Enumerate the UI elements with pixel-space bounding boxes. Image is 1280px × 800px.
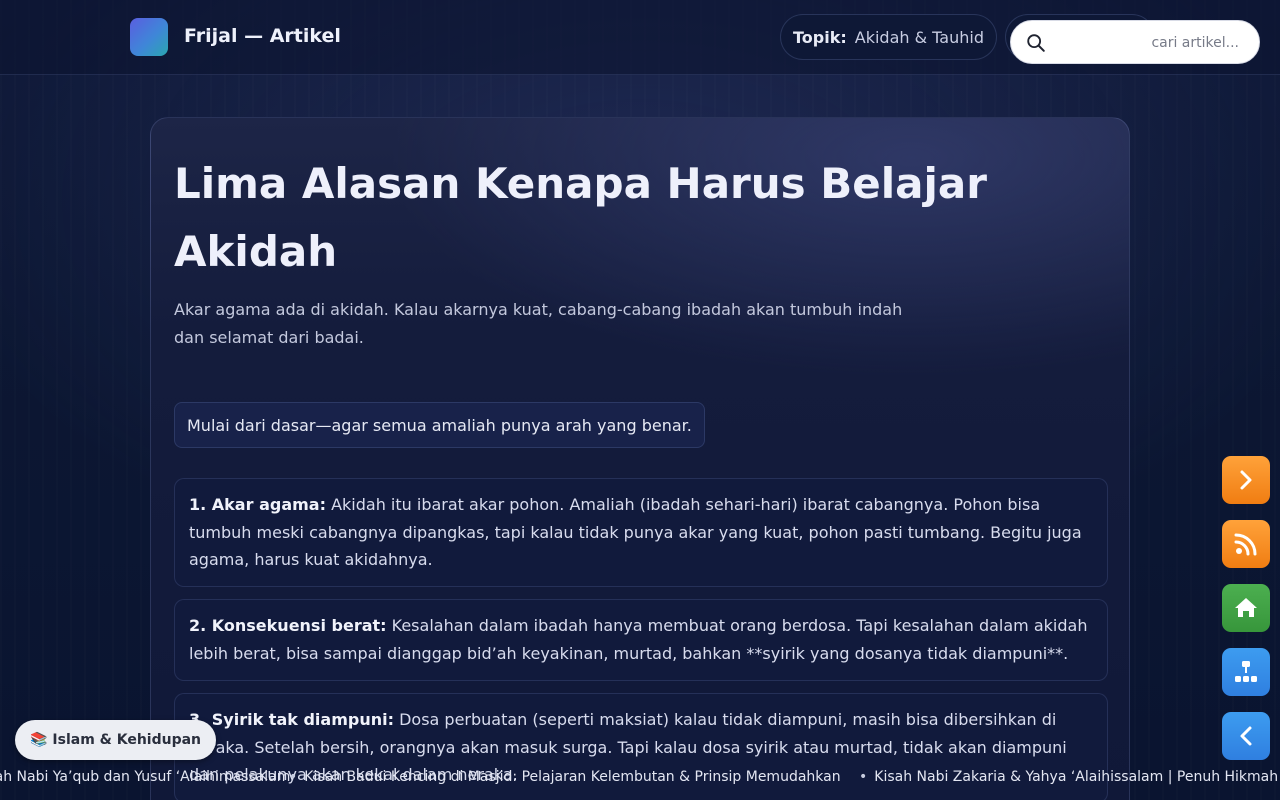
chevron-right-icon: [1240, 470, 1252, 490]
reason-heading: 2. Konsekuensi berat:: [189, 616, 387, 635]
search-icon: [1025, 32, 1047, 54]
reason-heading: 1. Akar agama:: [189, 495, 326, 514]
home-icon: [1235, 598, 1257, 617]
article-title: Lima Alasan Kenapa Harus Belajar Akidah: [174, 159, 987, 276]
ticker-item[interactable]: • Kisah Badui Kencing di Masjid: Pelajara…: [289, 769, 841, 785]
category-chip[interactable]: 📚 Islam & Kehidupan: [15, 720, 216, 760]
category-label: Islam & Kehidupan: [52, 732, 202, 748]
article-subtitle: Akar agama ada di akidah. Kalau akarnya …: [174, 300, 903, 347]
article-callout: Mulai dari dasar—agar semua amaliah puny…: [174, 402, 705, 448]
search-box[interactable]: [1010, 20, 1260, 64]
search-input[interactable]: [1055, 27, 1245, 59]
topic-value: Akidah & Tauhid: [854, 27, 984, 47]
previous-article-button[interactable]: [1222, 712, 1270, 760]
top-header: Frijal — Artikel Topik: Akidah & Tauhid: [0, 0, 1280, 75]
site-brand[interactable]: Frijal — Artikel: [184, 25, 341, 47]
sitemap-icon: [1235, 661, 1257, 682]
home-button[interactable]: [1222, 584, 1270, 632]
topic-key: Topik:: [793, 27, 847, 47]
site-logo[interactable]: [130, 18, 168, 56]
bullet-icon: •: [859, 769, 868, 785]
topic-pill[interactable]: Topik: Akidah & Tauhid: [780, 14, 997, 60]
rss-feed-button[interactable]: [1222, 520, 1270, 568]
sitemap-button[interactable]: [1222, 648, 1270, 696]
reason-item: 2. Konsekuensi berat: Kesalahan dalam ib…: [174, 599, 1108, 681]
ticker-item[interactable]: • Kisah Nabi Zakaria & Yahya ‘Alaihissala…: [859, 769, 1278, 785]
article-card: Lima Alasan Kenapa Harus Belajar Akidah …: [150, 117, 1130, 800]
books-icon: 📚: [29, 732, 48, 748]
chevron-left-icon: [1240, 726, 1252, 746]
news-ticker: •Kisah Nabi Ya’qub dan Yusuf ‘Alaihimass…: [0, 765, 1280, 791]
rss-icon: [1234, 533, 1257, 556]
next-article-button[interactable]: [1222, 456, 1270, 504]
reason-heading: 3. Syirik tak diampuni:: [189, 710, 394, 729]
ticker-item[interactable]: •Kisah Nabi Ya’qub dan Yusuf ‘Alaihimass…: [0, 769, 290, 785]
bullet-icon: •: [289, 769, 298, 785]
reason-item: 1. Akar agama: Akidah itu ibarat akar po…: [174, 478, 1108, 587]
